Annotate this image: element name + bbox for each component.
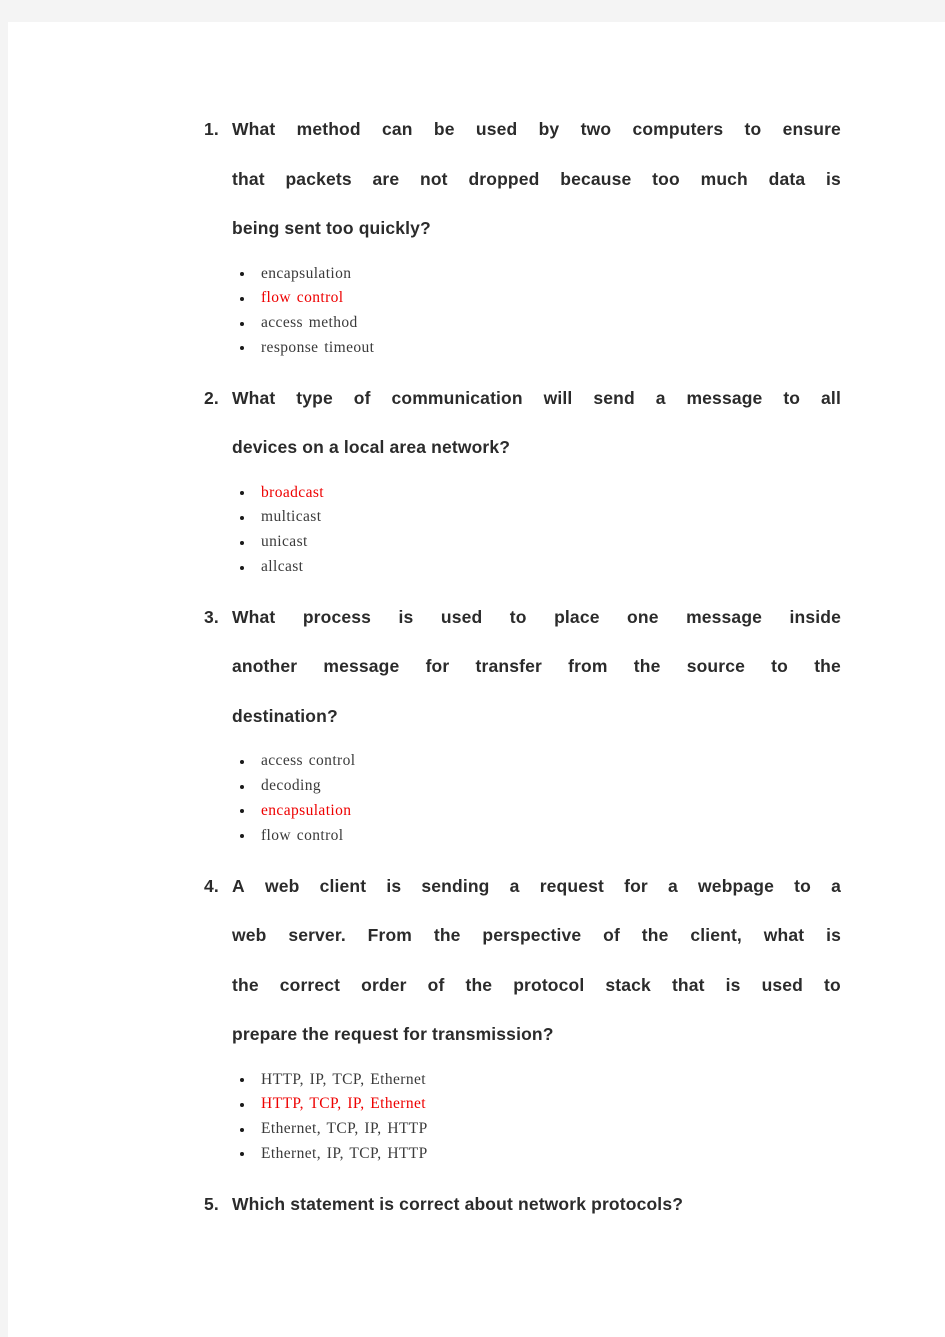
question-line: being sent too quickly? [232,218,431,238]
option-item[interactable]: encapsulation [196,799,841,824]
option-item[interactable]: Ethernet, TCP, IP, HTTP [196,1117,841,1142]
question-line: Which statement is correct about network… [232,1193,684,1214]
question-line: another message for transfer from the source to… [232,656,841,677]
option-item[interactable]: broadcast [196,481,841,506]
option-item[interactable]: response timeout [196,336,841,361]
question-line: What type of communication will send a message t… [232,387,841,408]
quiz-content: 1. What method can be used by two computers to ens… [196,105,841,1229]
option-label: multicast [261,508,322,526]
option-label: response timeout [261,338,375,356]
question-block: 3. What process is used to place one message insi… [196,593,841,862]
option-label: Ethernet, IP, TCP, HTTP [261,1144,428,1162]
question-line: Aweb client is sending a request for a webpage to… [232,875,841,896]
question-line: devices on a local area network? [232,437,511,458]
question-number: 3. [204,606,219,627]
question-text: 4. Aweb client is sending a request for a webpage… [196,862,841,1060]
option-item[interactable]: encapsulation [196,262,841,287]
option-label: encapsulation [261,264,352,282]
option-label: access method [261,314,358,332]
option-item[interactable]: access control [196,749,841,774]
question-number: 4. [204,875,219,896]
question-block: 2. What type of communication will send a messag… [196,374,841,593]
question-line: What process is used to place one message inside [232,606,841,627]
option-item[interactable]: Ethernet, IP, TCP, HTTP [196,1142,841,1167]
question-line: the correct order of the protocol stack that is u… [232,974,841,995]
question-line: that packets are not dropped because too much da… [232,168,841,189]
question-block: 5. Which statement is correct about netwo… [196,1180,841,1230]
option-item[interactable]: flow control [196,824,841,849]
option-list: HTTP, IP, TCP, Ethernet HTTP, TCP, IP, Et… [196,1068,841,1167]
option-item[interactable]: allcast [196,555,841,580]
question-number: 5. [204,1193,219,1214]
option-label: flow control [261,826,344,844]
option-label: HTTP, IP, TCP, Ethernet [261,1070,426,1088]
question-block: 1. What method can be used by two computers to ens… [196,105,841,374]
question-text: 5. Which statement is correct about netwo… [196,1180,841,1230]
option-item[interactable]: HTTP, TCP, IP, Ethernet [196,1092,841,1117]
question-text: 1. What method can be used by two computers to ens… [196,105,841,254]
option-item[interactable]: access method [196,311,841,336]
option-label: unicast [261,533,308,551]
option-list: broadcast multicast unicast allcast [196,481,841,580]
question-text: 3. What process is used to place one message insi… [196,593,841,742]
option-label: access control [261,752,356,770]
option-item[interactable]: decoding [196,774,841,799]
option-label: allcast [261,558,304,576]
option-label: flow control [261,289,344,307]
document-page: 1. What method can be used by two computers to ens… [8,22,945,1337]
question-line: What method can be used by two computers to ensur… [232,119,841,139]
option-item[interactable]: HTTP, IP, TCP, Ethernet [196,1068,841,1093]
question-number: 1. [204,119,219,139]
question-text: 2. What type of communication will send a messag… [196,374,841,473]
question-block: 4. Aweb client is sending a request for a webpage… [196,862,841,1180]
option-label: decoding [261,777,322,795]
option-item[interactable]: unicast [196,530,841,555]
option-item[interactable]: multicast [196,505,841,530]
question-line: destination? [232,705,338,726]
option-label: broadcast [261,483,324,501]
option-label: encapsulation [261,801,352,819]
option-list: encapsulation flow control access method re… [196,262,841,361]
option-item[interactable]: flow control [196,286,841,311]
option-list: access control decoding encapsulation flow … [196,749,841,848]
question-line: web server. From the perspective of the client,… [232,925,841,946]
question-number: 2. [204,387,219,408]
option-label: Ethernet, TCP, IP, HTTP [261,1120,428,1138]
option-label: HTTP, TCP, IP, Ethernet [261,1095,426,1113]
question-line: prepare the request for transmission? [232,1024,554,1045]
